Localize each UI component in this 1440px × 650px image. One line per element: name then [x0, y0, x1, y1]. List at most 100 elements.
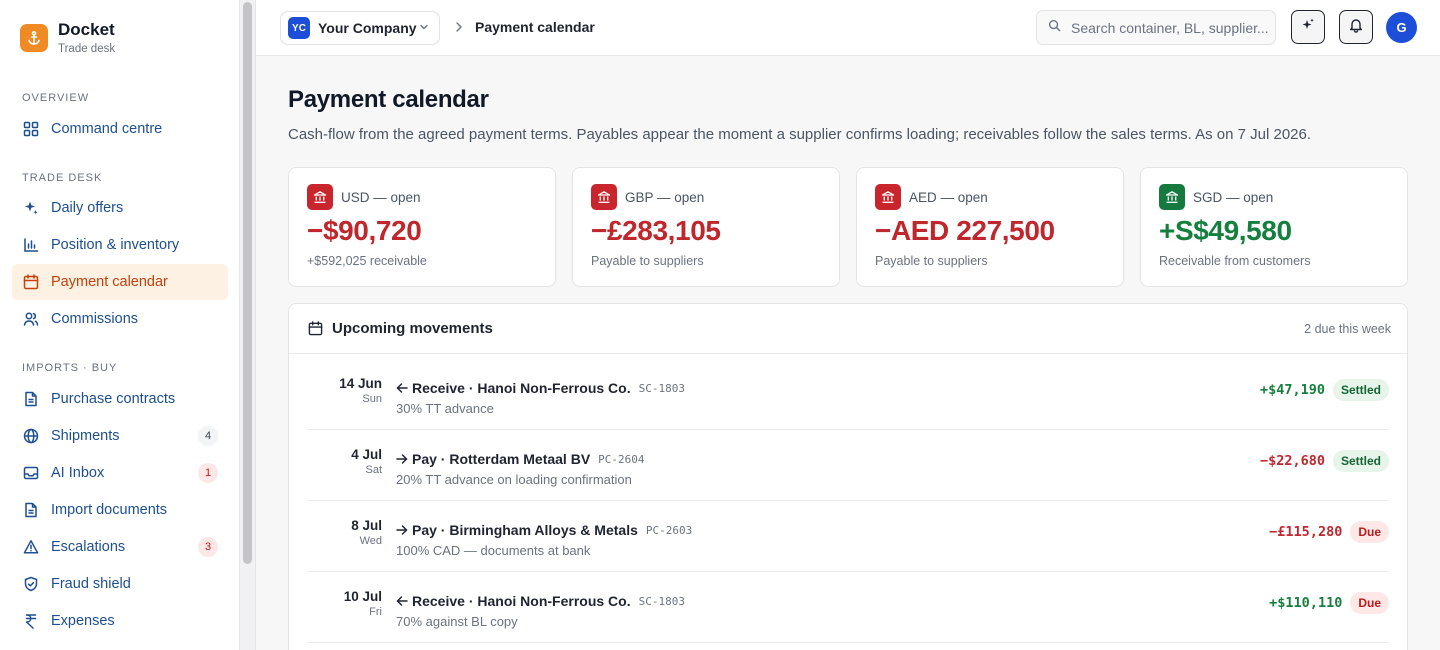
company-avatar: YC	[288, 17, 310, 39]
page-description: Cash-flow from the agreed payment terms.…	[288, 126, 1312, 143]
movement-row[interactable]: 8 Jul Wed Pay · Birmingham Alloys & Meta…	[308, 500, 1389, 572]
sidebar-item-escalations[interactable]: Escalations 3	[12, 529, 228, 565]
breadcrumb-current: Payment calendar	[475, 19, 595, 35]
card-value: −$90,720	[307, 215, 422, 246]
sparkle-icon	[23, 200, 39, 216]
bank-icon	[875, 184, 901, 210]
movement-date: 8 Jul Wed	[351, 518, 382, 548]
sidebar-item-label: Import documents	[51, 502, 168, 518]
sidebar-item-commissions[interactable]: Commissions	[12, 301, 228, 337]
panel-title: Upcoming movements	[332, 320, 493, 337]
card-subtext: Payable to suppliers	[591, 254, 704, 268]
sidebar-item-daily-offers[interactable]: Daily offers	[12, 190, 228, 226]
user-avatar[interactable]: G	[1386, 12, 1417, 43]
card-value: +S$49,580	[1159, 215, 1292, 246]
card-label: GBP — open	[625, 189, 705, 205]
sidebar-item-label: Position & inventory	[51, 237, 180, 253]
movement-note: 100% CAD — documents at bank	[396, 543, 591, 558]
search-icon	[1048, 19, 1061, 37]
card-label: AED — open	[909, 189, 988, 205]
movement-weekday: Sun	[362, 393, 382, 405]
movement-reference[interactable]: SC-1803	[639, 595, 685, 608]
movement-title: Pay · Rotterdam Metaal BV	[412, 451, 591, 467]
sidebar-scroll-thumb[interactable]	[243, 2, 252, 564]
brand[interactable]: Docket Trade desk	[20, 20, 115, 56]
status-badge: Due	[1350, 592, 1389, 614]
currency-card-usd[interactable]: USD — open −$90,720 +$592,025 receivable	[288, 167, 556, 287]
inbox-icon	[23, 465, 39, 481]
currency-card-gbp[interactable]: GBP — open −£283,105 Payable to supplier…	[572, 167, 840, 287]
card-label: USD — open	[341, 189, 421, 205]
movement-reference[interactable]: PC-2603	[646, 524, 692, 537]
search-box[interactable]	[1036, 10, 1276, 45]
top-bar: YC Your Company Payment calendar G	[256, 0, 1440, 56]
movement-amount: −$22,680	[1259, 453, 1325, 469]
ai-assist-button[interactable]	[1291, 10, 1325, 44]
sidebar-item-expenses[interactable]: Expenses	[12, 603, 228, 639]
movement-day: 10 Jul	[343, 589, 382, 604]
currency-card-aed[interactable]: AED — open −AED 227,500 Payable to suppl…	[856, 167, 1124, 287]
movement-reference[interactable]: SC-1803	[639, 382, 685, 395]
status-badge: Settled	[1332, 379, 1389, 401]
card-value: −£283,105	[591, 215, 721, 246]
sidebar-item-label: Escalations	[51, 539, 126, 555]
panel-meta: 2 due this week	[1304, 322, 1391, 336]
arrow-left-icon	[396, 381, 410, 395]
section-trade-desk: TRADE DESK	[22, 172, 103, 184]
bell-icon	[1348, 17, 1364, 38]
movement-weekday: Wed	[359, 535, 382, 547]
card-value: −AED 227,500	[875, 215, 1055, 246]
movement-row[interactable]: 4 Jul Sat Pay · Rotterdam Metaal BV PC-2…	[308, 429, 1389, 501]
movement-note: 20% TT advance on loading confirmation	[396, 472, 632, 487]
section-overview: OVERVIEW	[22, 92, 90, 104]
movement-date: 10 Jul Fri	[344, 589, 382, 619]
sidebar-item-label: Fraud shield	[51, 576, 131, 592]
bank-icon	[591, 184, 617, 210]
movement-date: 4 Jul Sat	[351, 447, 382, 477]
sidebar-item-fraud-shield[interactable]: Fraud shield	[12, 566, 228, 602]
sidebar-scrollbar[interactable]	[240, 0, 256, 650]
movement-title: Receive · Hanoi Non-Ferrous Co.	[412, 380, 631, 396]
movement-row[interactable]: 14 Jun Sun Receive · Hanoi Non-Ferrous C…	[308, 358, 1389, 430]
movement-weekday: Sat	[365, 464, 382, 476]
currency-summary-cards: USD — open −$90,720 +$592,025 receivable…	[288, 167, 1408, 287]
app-name: Docket	[58, 20, 115, 39]
notifications-button[interactable]	[1339, 10, 1373, 44]
company-name: Your Company	[318, 20, 417, 36]
sidebar-item-label: AI Inbox	[51, 465, 105, 481]
card-subtext: Receivable from customers	[1159, 254, 1311, 268]
rupee-icon	[23, 613, 39, 629]
sidebar-item-import-documents[interactable]: Import documents	[12, 492, 228, 528]
upcoming-movements-panel: Upcoming movements 2 due this week 14 Ju…	[288, 303, 1408, 650]
movement-title: Pay · Birmingham Alloys & Metals	[412, 522, 638, 538]
document-icon	[23, 391, 39, 407]
movement-reference[interactable]: PC-2604	[598, 453, 644, 466]
bank-icon	[1159, 184, 1185, 210]
movement-note: 70% against BL copy	[396, 614, 518, 629]
sidebar-item-position-inventory[interactable]: Position & inventory	[12, 227, 228, 263]
section-imports-buy: IMPORTS · BUY	[22, 362, 118, 374]
sidebar-item-ai-inbox[interactable]: AI Inbox 1	[12, 455, 228, 491]
movement-row[interactable]: 10 Jul Fri Receive · Hanoi Non-Ferrous C…	[308, 571, 1389, 643]
sidebar-item-shipments[interactable]: Shipments 4	[12, 418, 228, 454]
status-badge: Settled	[1332, 450, 1389, 472]
sidebar-item-purchase-contracts[interactable]: Purchase contracts	[12, 381, 228, 417]
sidebar-item-label: Daily offers	[51, 200, 124, 216]
shipments-count-badge: 4	[198, 426, 218, 446]
movement-amount: −£115,280	[1269, 524, 1343, 540]
sidebar-item-payment-calendar[interactable]: Payment calendar	[12, 264, 228, 300]
movement-day: 8 Jul	[351, 518, 382, 533]
card-subtext: Payable to suppliers	[875, 254, 988, 268]
company-switcher[interactable]: YC Your Company	[280, 11, 440, 45]
currency-card-sgd[interactable]: SGD — open +S$49,580 Receivable from cus…	[1140, 167, 1408, 287]
status-badge: Due	[1350, 521, 1389, 543]
document-icon	[23, 502, 39, 518]
sidebar-item-label: Payment calendar	[51, 274, 168, 290]
chevron-right-icon	[454, 20, 464, 39]
arrow-right-icon	[396, 452, 410, 466]
search-input[interactable]	[1071, 19, 1271, 36]
chevron-down-icon	[419, 19, 429, 37]
sidebar-item-label: Purchase contracts	[51, 391, 176, 407]
movement-note: 30% TT advance	[396, 401, 494, 416]
sidebar-item-command-centre[interactable]: Command centre	[12, 111, 228, 147]
